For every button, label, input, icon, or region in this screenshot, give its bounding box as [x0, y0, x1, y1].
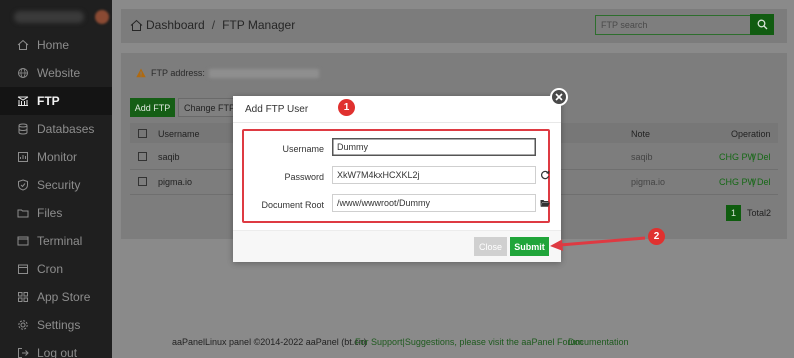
sidebar-item-label: Databases [37, 122, 95, 136]
footer-support-link[interactable]: For Support|Suggestions, please visit th… [355, 337, 583, 347]
ftp-address-label: FTP address: [151, 68, 205, 78]
footer: aaPanelLinux panel ©2014-2022 aaPanel (b… [112, 326, 794, 358]
logo [8, 8, 109, 26]
sidebar-item-home[interactable]: Home [0, 31, 112, 59]
chg-pw-link[interactable]: CHG PW [719, 152, 756, 162]
delete-link[interactable]: Del [757, 152, 771, 162]
table-row-note[interactable]: saqib [631, 152, 653, 162]
grid-icon [16, 290, 30, 304]
close-button[interactable]: Close [474, 237, 507, 256]
globe-icon [16, 66, 30, 80]
document-root-input[interactable] [332, 194, 536, 212]
sidebar-item-website[interactable]: Website [0, 59, 112, 87]
calendar-icon [16, 262, 30, 276]
breadcrumb-dashboard-link[interactable]: Dashboard [146, 18, 205, 32]
breadcrumb-current: FTP Manager [222, 18, 296, 32]
row-checkbox[interactable] [138, 177, 147, 186]
change-ftp-password-button[interactable]: Change FTP p [178, 98, 238, 117]
footer-copyright: aaPanelLinux panel ©2014-2022 aaPanel (b… [172, 337, 367, 347]
sidebar-item-label: FTP [37, 94, 60, 108]
logout-icon [16, 346, 30, 358]
sidebar-item-monitor[interactable]: Monitor [0, 143, 112, 171]
sidebar-item-label: Website [37, 66, 81, 80]
sidebar-item-databases[interactable]: Databases [0, 115, 112, 143]
ftp-address-value [208, 68, 319, 78]
search-box [595, 15, 750, 35]
op-separator: | [752, 152, 755, 162]
sidebar-item-files[interactable]: Files [0, 199, 112, 227]
table-row-username: pigma.io [158, 177, 193, 187]
warning-icon [136, 68, 146, 78]
pagination-page[interactable]: 1 [726, 205, 741, 221]
chg-pw-link[interactable]: CHG PW [719, 177, 756, 187]
sidebar-item-app-store[interactable]: App Store [0, 283, 112, 311]
row-checkbox[interactable] [138, 152, 147, 161]
sidebar: Home Website FTP Databases Monitor Secur… [0, 0, 112, 358]
monitor-icon [16, 150, 30, 164]
sidebar-item-cron[interactable]: Cron [0, 255, 112, 283]
dialog-close-button[interactable] [550, 88, 568, 106]
sidebar-item-label: Security [37, 178, 81, 192]
sidebar-item-logout[interactable]: Log out [0, 339, 112, 358]
ftp-icon [16, 94, 30, 108]
sidebar-item-label: Home [37, 38, 70, 52]
sidebar-item-terminal[interactable]: Terminal [0, 227, 112, 255]
sidebar-item-settings[interactable]: Settings [0, 311, 112, 339]
search-icon [757, 19, 767, 30]
select-all-checkbox[interactable] [138, 129, 147, 138]
breadcrumb-separator: / [211, 18, 216, 32]
sidebar-item-label: Log out [37, 346, 78, 358]
table-row-username: saqib [158, 152, 180, 162]
username-input[interactable] [332, 138, 536, 156]
op-separator: | [752, 177, 755, 187]
password-label: Password [284, 172, 324, 182]
sidebar-item-label: Files [37, 206, 63, 220]
refresh-icon[interactable] [540, 170, 550, 180]
gear-icon [16, 318, 30, 332]
terminal-icon [16, 234, 30, 248]
form-highlight-box: Username Password Document Root [242, 129, 550, 223]
username-label: Username [282, 144, 324, 154]
sidebar-item-label: Settings [37, 318, 81, 332]
search-button[interactable] [750, 14, 774, 35]
sidebar-item-label: Terminal [37, 234, 83, 248]
dialog-title: Add FTP User [245, 104, 309, 115]
sidebar-item-label: Monitor [37, 150, 78, 164]
close-icon [555, 93, 563, 101]
column-header-operation: Operation [731, 129, 771, 139]
table-row-note[interactable]: pigma.io [631, 177, 665, 187]
folder-open-icon[interactable] [540, 198, 550, 208]
pagination-total: Total2 [747, 208, 772, 218]
annotation-badge-1: 1 [338, 99, 355, 116]
annotation-badge-2: 2 [648, 228, 665, 245]
dialog-header-divider [233, 122, 561, 123]
sidebar-item-label: App Store [37, 290, 91, 304]
shield-icon [16, 178, 30, 192]
footer-docs-link[interactable]: Documentation [568, 337, 629, 347]
search-input[interactable] [596, 16, 750, 34]
folder-icon [16, 206, 30, 220]
sidebar-item-ftp[interactable]: FTP [0, 87, 112, 115]
home-icon [130, 19, 143, 31]
sidebar-item-label: Cron [37, 262, 64, 276]
document-root-label: Document Root [261, 200, 324, 210]
breadcrumb: Dashboard / FTP Manager [130, 18, 295, 32]
annotation-arrow [550, 236, 646, 251]
delete-link[interactable]: Del [757, 177, 771, 187]
column-header-note: Note [631, 129, 651, 139]
add-ftp-button[interactable]: Add FTP [130, 98, 175, 117]
home-icon [16, 38, 30, 52]
ftp-address: FTP address: [136, 68, 319, 78]
column-header-username[interactable]: Username [158, 129, 200, 139]
password-input[interactable] [332, 166, 536, 184]
submit-button[interactable]: Submit [510, 237, 549, 256]
top-bar: Dashboard / FTP Manager [121, 9, 787, 43]
add-ftp-user-dialog: Add FTP User Username Password Document … [233, 96, 561, 262]
database-icon [16, 122, 30, 136]
sidebar-item-security[interactable]: Security [0, 171, 112, 199]
